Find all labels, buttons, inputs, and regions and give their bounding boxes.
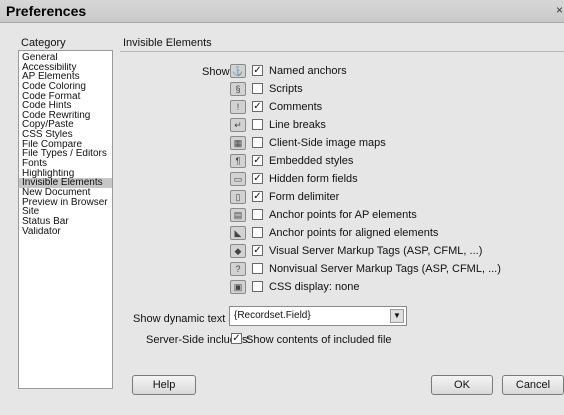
option-row: ▯ ✓ Form delimiter: [230, 189, 550, 207]
option-row: ▤ Anchor points for AP elements: [230, 207, 550, 225]
option-label: CSS display: none: [269, 281, 360, 293]
hidden-form-fields-checkbox[interactable]: ✓: [252, 173, 263, 184]
option-row: ! ✓ Comments: [230, 99, 550, 117]
nonvisual-server-tags-checkbox[interactable]: [252, 263, 263, 274]
css-display-none-icon: ▣: [230, 280, 246, 294]
option-row: ◆ ✓ Visual Server Markup Tags (ASP, CFML…: [230, 243, 550, 261]
category-item[interactable]: Preview in Browser: [19, 198, 112, 208]
option-row: ¶ ✓ Embedded styles: [230, 153, 550, 171]
embedded-style-icon: ¶: [230, 154, 246, 168]
aligned-anchor-points-checkbox[interactable]: [252, 227, 263, 238]
category-item[interactable]: File Types / Editors: [19, 149, 112, 159]
line-breaks-checkbox[interactable]: [252, 119, 263, 130]
category-item[interactable]: Validator: [19, 227, 112, 237]
category-item[interactable]: General: [19, 53, 112, 63]
category-item[interactable]: Status Bar: [19, 217, 112, 227]
option-label: Anchor points for AP elements: [269, 209, 417, 221]
script-icon: §: [230, 82, 246, 96]
help-button[interactable]: Help: [132, 375, 196, 395]
section-divider: [120, 51, 564, 52]
option-label: Form delimiter: [269, 191, 340, 203]
ssi-option-label: Show contents of included file: [246, 334, 392, 346]
window-title: Preferences: [6, 3, 87, 19]
option-row: ? Nonvisual Server Markup Tags (ASP, CFM…: [230, 261, 550, 279]
embedded-styles-checkbox[interactable]: ✓: [252, 155, 263, 166]
option-row: ▣ CSS display: none: [230, 279, 550, 297]
dynamic-text-label: Show dynamic text as:: [133, 313, 244, 325]
option-label: Hidden form fields: [269, 173, 358, 185]
close-icon[interactable]: ×: [556, 3, 564, 18]
category-item[interactable]: Site: [19, 207, 112, 217]
category-item[interactable]: Copy/Paste: [19, 120, 112, 130]
category-item[interactable]: Code Coloring: [19, 82, 112, 92]
option-row: § Scripts: [230, 81, 550, 99]
category-item[interactable]: File Compare: [19, 140, 112, 150]
scripts-checkbox[interactable]: [252, 83, 263, 94]
section-title: Invisible Elements: [123, 37, 212, 49]
dynamic-text-value: {Recordset.Field}: [234, 310, 311, 321]
category-item[interactable]: New Document: [19, 188, 112, 198]
option-label: Nonvisual Server Markup Tags (ASP, CFML,…: [269, 263, 501, 275]
visual-server-tags-checkbox[interactable]: ✓: [252, 245, 263, 256]
category-item[interactable]: Code Rewriting: [19, 111, 112, 121]
show-label: Show:: [202, 66, 233, 78]
ok-button[interactable]: OK: [431, 375, 493, 395]
option-label: Named anchors: [269, 65, 347, 77]
category-list[interactable]: General Accessibility AP Elements Code C…: [18, 50, 113, 389]
css-display-none-checkbox[interactable]: [252, 281, 263, 292]
aligned-anchor-icon: ◣: [230, 226, 246, 240]
category-item[interactable]: CSS Styles: [19, 130, 112, 140]
category-heading: Category: [21, 37, 66, 49]
category-item[interactable]: Accessibility: [19, 63, 112, 73]
form-delimiter-icon: ▯: [230, 190, 246, 204]
chevron-down-icon[interactable]: ▼: [390, 309, 404, 323]
ap-anchor-icon: ▤: [230, 208, 246, 222]
dynamic-text-select[interactable]: {Recordset.Field} ▼: [229, 306, 407, 326]
category-item[interactable]: Code Format: [19, 92, 112, 102]
option-label: Client-Side image maps: [269, 137, 386, 149]
category-item-invisible-elements[interactable]: Invisible Elements: [19, 178, 112, 188]
category-item[interactable]: Fonts: [19, 159, 112, 169]
ssi-checkbox[interactable]: ✓: [231, 333, 242, 344]
hidden-field-icon: ▭: [230, 172, 246, 186]
option-row: ▦ Client-Side image maps: [230, 135, 550, 153]
option-row: ◣ Anchor points for aligned elements: [230, 225, 550, 243]
option-label: Line breaks: [269, 119, 326, 131]
ap-anchor-points-checkbox[interactable]: [252, 209, 263, 220]
image-maps-checkbox[interactable]: [252, 137, 263, 148]
nonvisual-server-tag-icon: ?: [230, 262, 246, 276]
category-item[interactable]: Code Hints: [19, 101, 112, 111]
line-break-icon: ↵: [230, 118, 246, 132]
option-row: ⚓ ✓ Named anchors: [230, 63, 550, 81]
option-label: Comments: [269, 101, 323, 113]
cancel-button[interactable]: Cancel: [502, 375, 564, 395]
option-row: ↵ Line breaks: [230, 117, 550, 135]
category-item[interactable]: Highlighting: [19, 169, 112, 179]
form-delimiter-checkbox[interactable]: ✓: [252, 191, 263, 202]
option-label: Scripts: [269, 83, 303, 95]
image-map-icon: ▦: [230, 136, 246, 150]
title-bar: Preferences ×: [0, 0, 564, 23]
comments-checkbox[interactable]: ✓: [252, 101, 263, 112]
visual-server-tag-icon: ◆: [230, 244, 246, 258]
option-label: Visual Server Markup Tags (ASP, CFML, ..…: [269, 245, 483, 257]
category-item[interactable]: AP Elements: [19, 72, 112, 82]
option-row: ▭ ✓ Hidden form fields: [230, 171, 550, 189]
option-label: Embedded styles: [269, 155, 354, 167]
named-anchor-icon: ⚓: [230, 64, 246, 78]
named-anchors-checkbox[interactable]: ✓: [252, 65, 263, 76]
option-label: Anchor points for aligned elements: [269, 227, 439, 239]
comment-icon: !: [230, 100, 246, 114]
